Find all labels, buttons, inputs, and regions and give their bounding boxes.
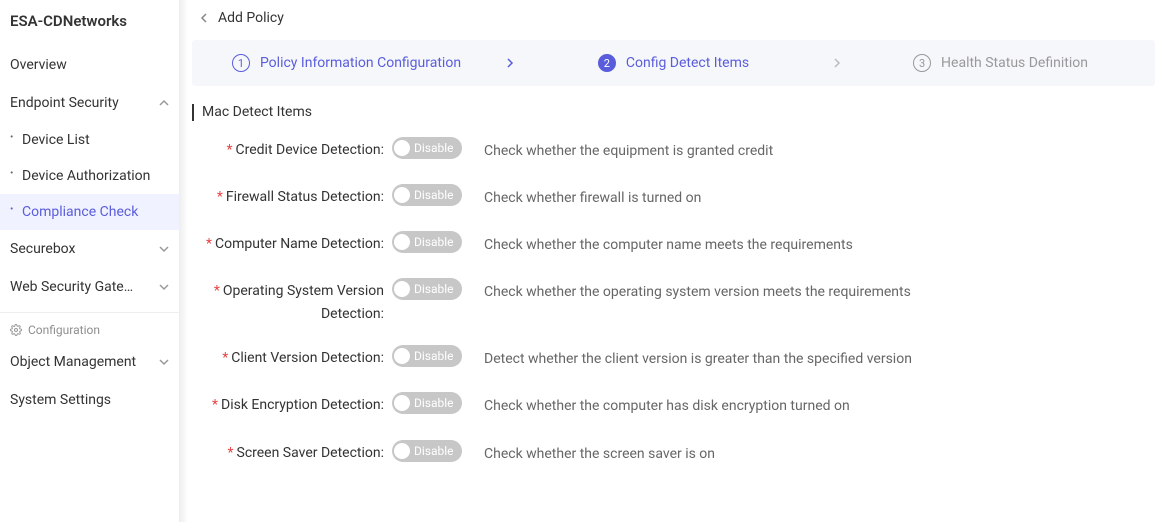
toggle-knob-icon xyxy=(394,281,410,297)
toggle-knob-icon xyxy=(394,348,410,364)
toggle-knob-icon xyxy=(394,443,410,459)
chevron-down-icon xyxy=(159,357,169,367)
label-disk-encryption: *Disk Encryption Detection: xyxy=(192,390,392,416)
label-credit-device: *Credit Device Detection: xyxy=(192,135,392,161)
toggle-label: Disable xyxy=(414,141,454,155)
desc-disk-encryption: Check whether the computer has disk encr… xyxy=(484,390,954,419)
desc-computer-name: Check whether the computer name meets th… xyxy=(484,229,954,258)
label-computer-name: *Computer Name Detection: xyxy=(192,229,392,255)
toggle-knob-icon xyxy=(394,140,410,156)
chevron-right-icon xyxy=(828,58,846,68)
step-health-status[interactable]: 3 Health Status Definition xyxy=(846,54,1155,72)
nav-device-list-label: Device List xyxy=(22,132,90,148)
nav-endpoint-security[interactable]: Endpoint Security xyxy=(0,84,179,122)
sidebar: ESA-CDNetworks Overview Endpoint Securit… xyxy=(0,0,180,522)
toggle-knob-icon xyxy=(394,395,410,411)
main-content: Add Policy 1 Policy Information Configur… xyxy=(180,0,1173,522)
toggle-disk-encryption[interactable]: Disable xyxy=(392,392,462,414)
toggle-knob-icon xyxy=(394,187,410,203)
chevron-down-icon xyxy=(159,282,169,292)
toggle-firewall-status[interactable]: Disable xyxy=(392,184,462,206)
nav-web-security-gateway[interactable]: Web Security Gatew... xyxy=(0,268,179,306)
label-client-version: *Client Version Detection: xyxy=(192,343,392,369)
nav-overview[interactable]: Overview xyxy=(0,46,179,84)
nav-device-authorization[interactable]: Device Authorization xyxy=(0,158,179,194)
toggle-computer-name[interactable]: Disable xyxy=(392,231,462,253)
nav-securebox-label: Securebox xyxy=(10,241,75,257)
step-config-detect[interactable]: 2 Config Detect Items xyxy=(519,54,828,72)
nav-object-management-label: Object Management xyxy=(10,354,136,370)
nav-overview-label: Overview xyxy=(10,57,67,73)
desc-firewall-status: Check whether firewall is turned on xyxy=(484,182,954,211)
step-num-2: 2 xyxy=(598,54,616,72)
nav-section-configuration: Configuration xyxy=(0,312,179,343)
toggle-label: Disable xyxy=(414,188,454,202)
desc-screen-saver: Check whether the screen saver is on xyxy=(484,438,954,467)
toggle-label: Disable xyxy=(414,282,454,296)
section-title: Mac Detect Items xyxy=(192,104,1173,121)
nav-device-authorization-label: Device Authorization xyxy=(22,168,150,184)
detect-items-form: *Credit Device Detection: Disable Check … xyxy=(180,135,1173,485)
nav-object-management[interactable]: Object Management xyxy=(0,343,179,381)
row-client-version: *Client Version Detection: Disable Detec… xyxy=(192,343,1173,372)
toggle-credit-device[interactable]: Disable xyxy=(392,137,462,159)
step-num-1: 1 xyxy=(232,54,250,72)
step-label-2: Config Detect Items xyxy=(626,55,749,71)
row-os-version: *Operating System Version Detection: Dis… xyxy=(192,276,1173,325)
nav-device-list[interactable]: Device List xyxy=(0,122,179,158)
label-os-version: *Operating System Version Detection: xyxy=(192,276,392,325)
page-title: Add Policy xyxy=(218,10,284,26)
chevron-down-icon xyxy=(159,244,169,254)
chevron-up-icon xyxy=(159,98,169,108)
row-computer-name: *Computer Name Detection: Disable Check … xyxy=(192,229,1173,258)
nav-system-settings[interactable]: System Settings xyxy=(0,381,179,419)
step-policy-info[interactable]: 1 Policy Information Configuration xyxy=(192,54,501,72)
step-label-3: Health Status Definition xyxy=(941,55,1088,71)
nav-endpoint-security-label: Endpoint Security xyxy=(10,95,119,111)
toggle-os-version[interactable]: Disable xyxy=(392,278,462,300)
label-screen-saver: *Screen Saver Detection: xyxy=(192,438,392,464)
row-firewall-status: *Firewall Status Detection: Disable Chec… xyxy=(192,182,1173,211)
toggle-label: Disable xyxy=(414,235,454,249)
nav-compliance-check[interactable]: Compliance Check xyxy=(0,194,179,230)
toggle-screen-saver[interactable]: Disable xyxy=(392,440,462,462)
toggle-label: Disable xyxy=(414,349,454,363)
gear-icon xyxy=(10,324,22,336)
desc-os-version: Check whether the operating system versi… xyxy=(484,276,954,305)
label-firewall-status: *Firewall Status Detection: xyxy=(192,182,392,208)
steps-bar: 1 Policy Information Configuration 2 Con… xyxy=(192,40,1155,86)
desc-client-version: Detect whether the client version is gre… xyxy=(484,343,954,372)
back-icon[interactable] xyxy=(198,12,210,24)
toggle-label: Disable xyxy=(414,444,454,458)
nav: Overview Endpoint Security Device List D… xyxy=(0,42,179,419)
toggle-label: Disable xyxy=(414,396,454,410)
toggle-client-version[interactable]: Disable xyxy=(392,345,462,367)
toggle-knob-icon xyxy=(394,234,410,250)
desc-credit-device: Check whether the equipment is granted c… xyxy=(484,135,954,164)
row-disk-encryption: *Disk Encryption Detection: Disable Chec… xyxy=(192,390,1173,419)
nav-securebox[interactable]: Securebox xyxy=(0,230,179,268)
nav-web-security-gateway-label: Web Security Gatew... xyxy=(10,279,140,295)
row-screen-saver: *Screen Saver Detection: Disable Check w… xyxy=(192,438,1173,467)
step-num-3: 3 xyxy=(913,54,931,72)
brand-title: ESA-CDNetworks xyxy=(0,0,179,42)
nav-system-settings-label: System Settings xyxy=(10,392,111,408)
nav-compliance-check-label: Compliance Check xyxy=(22,204,138,220)
nav-section-configuration-label: Configuration xyxy=(28,323,100,337)
row-credit-device: *Credit Device Detection: Disable Check … xyxy=(192,135,1173,164)
step-label-1: Policy Information Configuration xyxy=(260,55,461,71)
chevron-right-icon xyxy=(501,58,519,68)
page-header: Add Policy xyxy=(180,0,1173,40)
